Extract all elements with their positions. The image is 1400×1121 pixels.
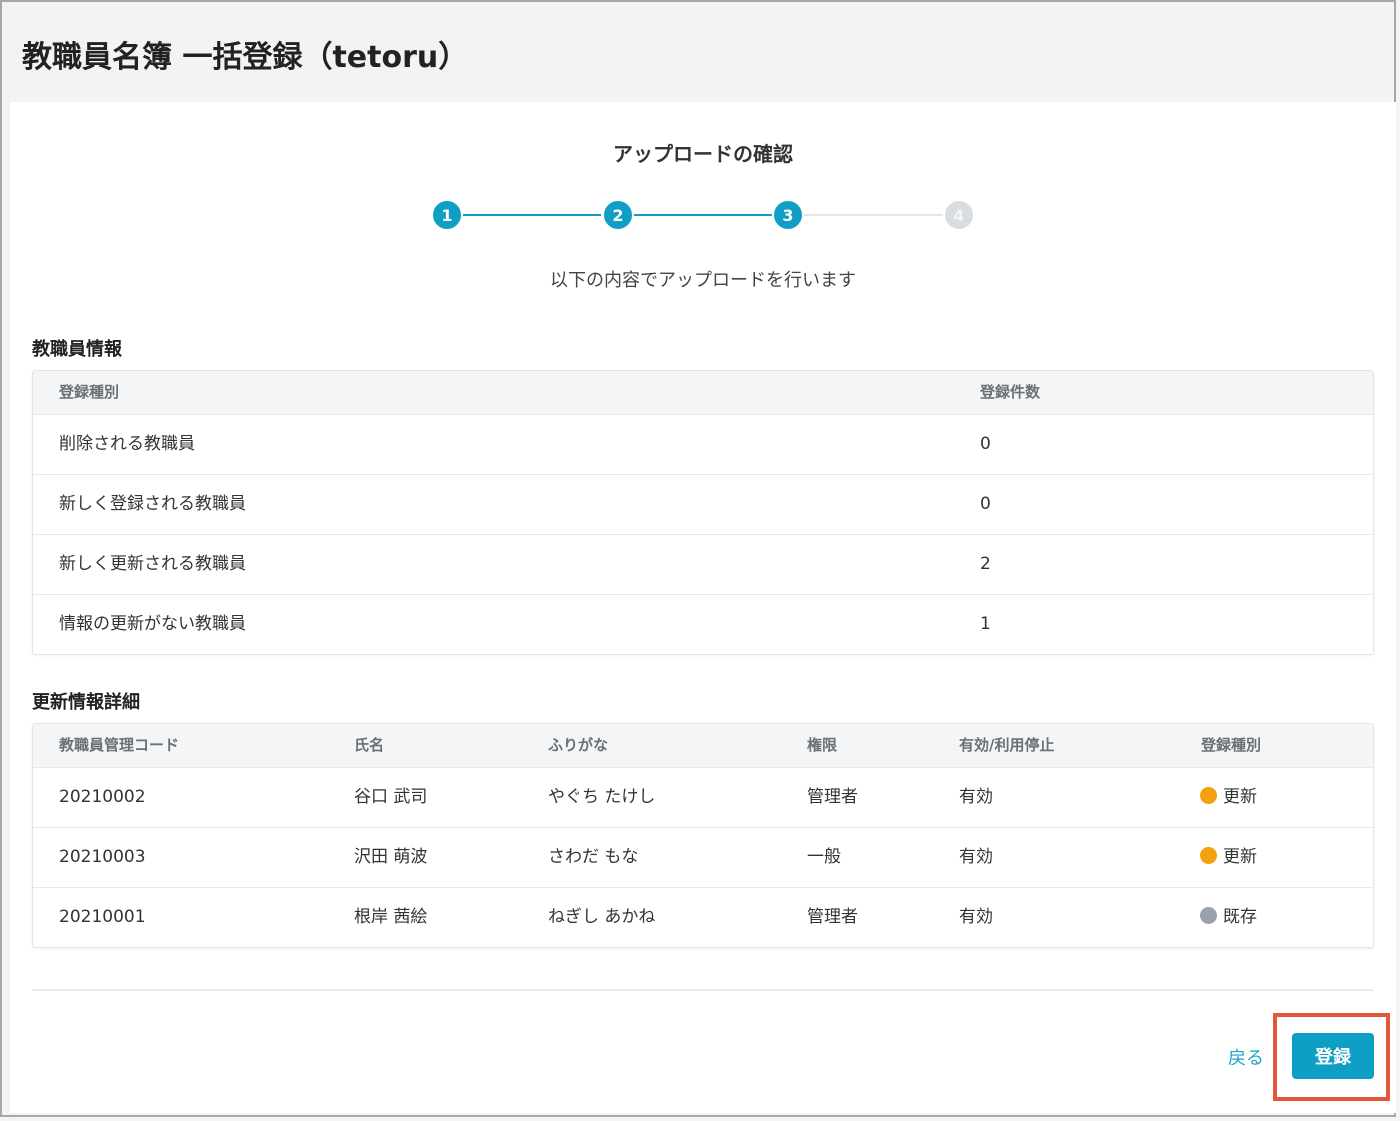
column-header-status: 有効/利用停止 [959,736,1055,754]
table-row: 20210003 沢田 萌波 さわだ もな 一般 有効 更新 [33,827,1373,887]
staff-kana: やぐち たけし [548,787,656,807]
staff-name: 根岸 茜絵 [354,907,428,927]
staff-role: 管理者 [807,907,858,927]
details-section-title: 更新情報詳細 [32,692,140,713]
registration-type-label: 既存 [1223,907,1257,927]
details-table: 教職員管理コード 氏名 ふりがな 権限 有効/利用停止 登録種別 2021000… [32,723,1374,948]
staff-role: 管理者 [807,787,858,807]
staff-kana: さわだ もな [548,847,639,867]
step-1-indicator: 1 [431,199,463,231]
registration-type: 更新 [1200,828,1257,887]
row-count: 0 [980,494,991,514]
wizard-description: 以下の内容でアップロードを行います [550,270,856,291]
table-row: 情報の更新がない教職員 1 [33,594,1373,654]
step-connector [633,214,772,216]
type-status-dot-icon [1200,786,1217,804]
type-status-dot-icon [1200,846,1217,864]
row-type: 情報の更新がない教職員 [59,614,246,634]
row-type: 新しく更新される教職員 [59,554,246,574]
page-title: 教職員名簿 一括登録（tetoru） [22,40,469,75]
step-connector [804,214,943,216]
highlight-annotation [1273,1013,1390,1101]
table-row: 20210002 谷口 武司 やぐち たけし 管理者 有効 更新 [33,767,1373,827]
staff-status: 有効 [959,787,993,807]
step-connector [462,214,601,216]
step-3-indicator: 3 [772,199,804,231]
staff-kana: ねぎし あかね [548,907,656,927]
staff-code: 20210002 [59,787,146,807]
staff-name: 沢田 萌波 [354,847,428,867]
row-count: 2 [980,554,991,574]
step-2-indicator: 2 [602,199,634,231]
staff-status: 有効 [959,847,993,867]
table-row: 新しく更新される教職員 2 [33,534,1373,594]
registration-type-label: 更新 [1223,787,1257,807]
staff-code: 20210003 [59,847,146,867]
summary-table-header: 登録種別 登録件数 [33,371,1373,414]
back-link[interactable]: 戻る [1228,1044,1264,1070]
wizard-title: アップロードの確認 [613,142,793,166]
column-header-role: 権限 [807,736,838,754]
details-table-header: 教職員管理コード 氏名 ふりがな 権限 有効/利用停止 登録種別 [33,724,1373,767]
column-header-code: 教職員管理コード [59,736,180,754]
staff-code: 20210001 [59,907,146,927]
column-header-kana: ふりがな [548,736,609,754]
staff-status: 有効 [959,907,993,927]
content-panel: アップロードの確認 1 2 3 4 以下の内容でアップロードを行います 教職員情… [10,102,1396,1113]
staff-name: 谷口 武司 [354,787,428,807]
column-header-type: 登録種別 [1201,736,1262,754]
column-header-count: 登録件数 [980,383,1041,401]
registration-type: 既存 [1200,888,1257,947]
stepper: 1 2 3 4 [10,199,1396,239]
row-type: 削除される教職員 [59,434,195,454]
table-row: 削除される教職員 0 [33,414,1373,474]
step-4-indicator: 4 [943,199,975,231]
row-count: 1 [980,614,991,634]
column-header-type: 登録種別 [59,383,120,401]
type-status-dot-icon [1200,906,1217,924]
staff-role: 一般 [807,847,841,867]
registration-type-label: 更新 [1223,847,1257,867]
footer-divider [32,989,1374,991]
row-count: 0 [980,434,991,454]
row-type: 新しく登録される教職員 [59,494,246,514]
summary-section-title: 教職員情報 [32,339,122,360]
table-row: 20210001 根岸 茜絵 ねぎし あかね 管理者 有効 既存 [33,887,1373,947]
column-header-name: 氏名 [354,736,385,754]
registration-type: 更新 [1200,768,1257,827]
summary-table: 登録種別 登録件数 削除される教職員 0 新しく登録される教職員 0 新しく更新… [32,370,1374,655]
table-row: 新しく登録される教職員 0 [33,474,1373,534]
